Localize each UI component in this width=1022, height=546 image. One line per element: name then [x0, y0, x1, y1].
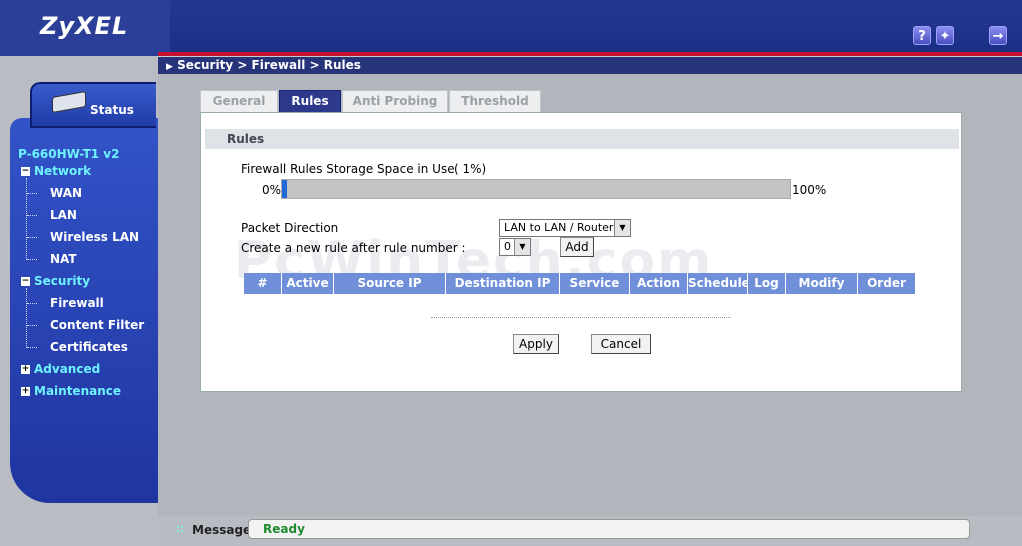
col-modify: Modify [786, 273, 858, 294]
nav-firewall[interactable]: Firewall [50, 296, 104, 310]
tree-branch [27, 215, 37, 216]
expand-icon[interactable]: + [21, 365, 30, 374]
tree-branch [27, 237, 37, 238]
nav-advanced[interactable]: Advanced [34, 362, 100, 376]
tree-line-network [26, 178, 27, 260]
add-button[interactable]: Add [560, 237, 594, 257]
col-source-ip: Source IP [334, 273, 446, 294]
tab-general[interactable]: General [200, 90, 278, 112]
breadcrumb: ▶ Security > Firewall > Rules [158, 57, 1022, 74]
table-separator [431, 317, 731, 318]
nav-nat[interactable]: NAT [50, 252, 77, 266]
bar-max-label: 100% [792, 183, 827, 197]
create-rule-label: Create a new rule after rule number : [241, 241, 466, 255]
storage-label: Firewall Rules Storage Space in Use [241, 162, 455, 176]
rule-number-select[interactable]: 0 ▼ [499, 238, 531, 256]
storage-percent: ( 1%) [454, 162, 487, 176]
nav-content-filter[interactable]: Content Filter [50, 318, 144, 332]
bar-min-label: 0% [262, 183, 282, 197]
col-action: Action [630, 273, 688, 294]
panel-title: Rules [205, 129, 959, 149]
nav-lan[interactable]: LAN [50, 208, 77, 222]
status-label: Status [90, 103, 134, 117]
nav-security[interactable]: Security [34, 274, 90, 288]
logo-text: ZyXEL [40, 12, 129, 40]
message-status: Ready [248, 519, 970, 539]
col-log: Log [748, 273, 786, 294]
header-divider [158, 52, 1022, 56]
nav-wan[interactable]: WAN [50, 186, 82, 200]
nav-wireless-lan[interactable]: Wireless LAN [50, 230, 139, 244]
tab-anti-probing[interactable]: Anti Probing [342, 90, 448, 112]
message-icon [176, 525, 184, 533]
col-order: Order [858, 273, 916, 294]
chevron-down-icon: ▼ [614, 220, 630, 236]
breadcrumb-text: Security > Firewall > Rules [177, 58, 361, 72]
chevron-down-icon: ▼ [514, 239, 530, 255]
apply-button[interactable]: Apply [513, 334, 559, 354]
tree-branch [27, 193, 37, 194]
logout-icon[interactable]: → [989, 26, 1007, 45]
storage-progress-fill [282, 180, 288, 198]
col-active: Active [282, 273, 334, 294]
col-service: Service [560, 273, 630, 294]
model-name: P-660HW-T1 v2 [18, 147, 120, 161]
nav-certificates[interactable]: Certificates [50, 340, 128, 354]
rule-number-value: 0 [504, 240, 511, 253]
tab-rules[interactable]: Rules [279, 90, 341, 112]
tree-branch [27, 325, 37, 326]
rules-table-header: # Active Source IP Destination IP Servic… [244, 273, 916, 294]
tab-threshold[interactable]: Threshold [449, 90, 541, 112]
tree-branch [27, 347, 37, 348]
col-number: # [244, 273, 282, 294]
tree-branch [27, 303, 37, 304]
collapse-icon[interactable]: − [21, 167, 30, 176]
col-destination-ip: Destination IP [446, 273, 560, 294]
breadcrumb-arrow-icon: ▶ [166, 62, 173, 72]
router-icon [52, 91, 86, 113]
status-button[interactable]: Status [30, 82, 156, 128]
direction-value: LAN to LAN / Router [504, 221, 614, 234]
direction-select[interactable]: LAN to LAN / Router ▼ [499, 219, 631, 237]
cancel-button[interactable]: Cancel [591, 334, 651, 354]
tree-branch [27, 259, 37, 260]
nav-maintenance[interactable]: Maintenance [34, 384, 121, 398]
zyxel-logo: ZyXEL [0, 0, 170, 54]
expand-icon[interactable]: + [21, 387, 30, 396]
footer-bar: Message Ready [158, 516, 1022, 546]
collapse-icon[interactable]: − [21, 277, 30, 286]
nav-network[interactable]: Network [34, 164, 91, 178]
col-schedule: Schedule [688, 273, 750, 294]
storage-progress-bar [281, 179, 791, 199]
rules-panel: Rules PcWinTech.com Firewall Rules Stora… [200, 112, 962, 392]
wizard-icon[interactable]: ✦ [936, 26, 954, 45]
direction-label: Packet Direction [241, 221, 339, 235]
message-label: Message [192, 523, 252, 537]
question-icon[interactable]: ? [913, 26, 931, 45]
tree-line-security [26, 288, 27, 348]
